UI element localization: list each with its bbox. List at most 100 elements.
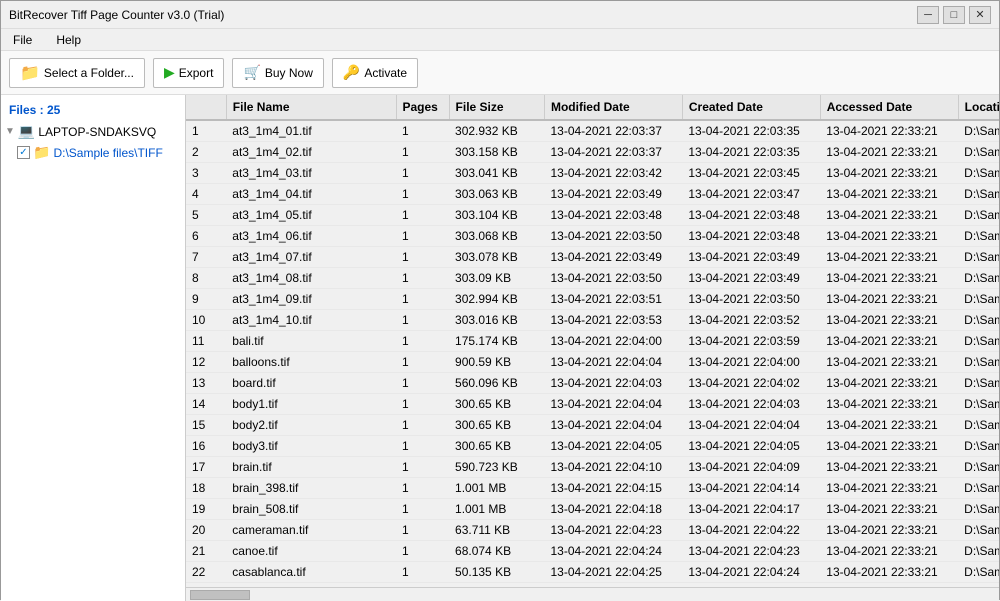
cell-3: 900.59 KB: [449, 352, 544, 373]
hscroll-thumb[interactable]: [190, 590, 250, 600]
files-table: File Name Pages File Size Modified Date …: [186, 95, 999, 587]
folder-label: D:\Sample files\TIFF: [53, 146, 162, 160]
table-row[interactable]: 17brain.tif1590.723 KB13-04-2021 22:04:1…: [186, 457, 999, 478]
select-folder-button[interactable]: 📁 Select a Folder...: [9, 58, 145, 88]
cell-6: 13-04-2021 22:33:21: [820, 457, 958, 478]
table-container[interactable]: File Name Pages File Size Modified Date …: [186, 95, 999, 587]
folder-checkbox[interactable]: ✓: [17, 146, 30, 159]
cell-7: D:\Sample files\: [958, 520, 999, 541]
export-button[interactable]: ▶ Export: [153, 58, 224, 88]
cell-1: canoe.tif: [226, 541, 396, 562]
menu-help[interactable]: Help: [48, 31, 89, 49]
cell-4: 13-04-2021 22:03:51: [544, 289, 682, 310]
table-row[interactable]: 4at3_1m4_04.tif1303.063 KB13-04-2021 22:…: [186, 184, 999, 205]
table-row[interactable]: 22casablanca.tif150.135 KB13-04-2021 22:…: [186, 562, 999, 583]
cell-2: 1: [396, 205, 449, 226]
cell-1: body2.tif: [226, 415, 396, 436]
cell-7: D:\Sample files\: [958, 478, 999, 499]
maximize-button[interactable]: □: [943, 6, 965, 24]
cell-7: D:\Sample files\: [958, 184, 999, 205]
col-header-pages: Pages: [396, 95, 449, 120]
laptop-label: LAPTOP-SNDAKSVQ: [38, 125, 156, 139]
table-row[interactable]: 10at3_1m4_10.tif1303.016 KB13-04-2021 22…: [186, 310, 999, 331]
cell-6: 13-04-2021 22:33:21: [820, 142, 958, 163]
table-row[interactable]: 11bali.tif1175.174 KB13-04-2021 22:04:00…: [186, 331, 999, 352]
table-row[interactable]: 21canoe.tif168.074 KB13-04-2021 22:04:24…: [186, 541, 999, 562]
cell-3: 303.041 KB: [449, 163, 544, 184]
cell-6: 13-04-2021 22:33:21: [820, 247, 958, 268]
cell-2: 1: [396, 373, 449, 394]
cell-4: 13-04-2021 22:03:53: [544, 310, 682, 331]
tree-laptop-node[interactable]: ▼ 💻 LAPTOP-SNDAKSVQ: [1, 121, 185, 142]
cell-3: 63.711 KB: [449, 520, 544, 541]
cell-7: D:\Sample files\: [958, 373, 999, 394]
table-row[interactable]: 8at3_1m4_08.tif1303.09 KB13-04-2021 22:0…: [186, 268, 999, 289]
cell-2: 1: [396, 289, 449, 310]
cell-2: 1: [396, 457, 449, 478]
cell-5: 13-04-2021 22:03:59: [682, 331, 820, 352]
cell-2: 1: [396, 478, 449, 499]
table-row[interactable]: 18brain_398.tif11.001 MB13-04-2021 22:04…: [186, 478, 999, 499]
horizontal-scrollbar[interactable]: [186, 587, 999, 601]
table-row[interactable]: 19brain_508.tif11.001 MB13-04-2021 22:04…: [186, 499, 999, 520]
cell-1: at3_1m4_03.tif: [226, 163, 396, 184]
cell-5: 13-04-2021 22:03:45: [682, 163, 820, 184]
cell-4: 13-04-2021 22:04:00: [544, 331, 682, 352]
cell-3: 175.174 KB: [449, 331, 544, 352]
cell-5: 13-04-2021 22:04:09: [682, 457, 820, 478]
cell-7: D:\Sample files\: [958, 289, 999, 310]
cell-6: 13-04-2021 22:33:21: [820, 268, 958, 289]
cell-0: 7: [186, 247, 226, 268]
select-folder-label: Select a Folder...: [44, 66, 134, 80]
cell-6: 13-04-2021 22:33:21: [820, 352, 958, 373]
cell-7: D:\Sample files\: [958, 331, 999, 352]
buy-now-button[interactable]: 🛒 Buy Now: [232, 58, 323, 88]
table-row[interactable]: 13board.tif1560.096 KB13-04-2021 22:04:0…: [186, 373, 999, 394]
table-row[interactable]: 6at3_1m4_06.tif1303.068 KB13-04-2021 22:…: [186, 226, 999, 247]
table-row[interactable]: 1at3_1m4_01.tif1302.932 KB13-04-2021 22:…: [186, 120, 999, 142]
cell-1: at3_1m4_08.tif: [226, 268, 396, 289]
cell-1: at3_1m4_02.tif: [226, 142, 396, 163]
minimize-button[interactable]: ─: [917, 6, 939, 24]
cell-2: 1: [396, 310, 449, 331]
cell-1: brain_508.tif: [226, 499, 396, 520]
table-row[interactable]: 3at3_1m4_03.tif1303.041 KB13-04-2021 22:…: [186, 163, 999, 184]
table-row[interactable]: 16body3.tif1300.65 KB13-04-2021 22:04:05…: [186, 436, 999, 457]
cell-6: 13-04-2021 22:33:21: [820, 478, 958, 499]
table-row[interactable]: 2at3_1m4_02.tif1303.158 KB13-04-2021 22:…: [186, 142, 999, 163]
cell-1: body1.tif: [226, 394, 396, 415]
table-row[interactable]: 20cameraman.tif163.711 KB13-04-2021 22:0…: [186, 520, 999, 541]
table-row[interactable]: 15body2.tif1300.65 KB13-04-2021 22:04:04…: [186, 415, 999, 436]
cell-5: 13-04-2021 22:04:02: [682, 373, 820, 394]
cell-7: D:\Sample files\: [958, 562, 999, 583]
menu-bar: File Help: [1, 29, 999, 51]
table-row[interactable]: 7at3_1m4_07.tif1303.078 KB13-04-2021 22:…: [186, 247, 999, 268]
cell-2: 1: [396, 499, 449, 520]
cell-4: 13-04-2021 22:04:04: [544, 352, 682, 373]
activate-button[interactable]: 🔑 Activate: [332, 58, 418, 88]
cell-3: 1.001 MB: [449, 499, 544, 520]
cell-3: 302.932 KB: [449, 120, 544, 142]
cell-7: D:\Sample files\: [958, 310, 999, 331]
cell-0: 16: [186, 436, 226, 457]
cell-1: at3_1m4_05.tif: [226, 205, 396, 226]
cell-3: 303.158 KB: [449, 142, 544, 163]
tree-folder-node[interactable]: ✓ 📁 D:\Sample files\TIFF: [1, 142, 185, 163]
table-row[interactable]: 9at3_1m4_09.tif1302.994 KB13-04-2021 22:…: [186, 289, 999, 310]
cell-3: 300.65 KB: [449, 394, 544, 415]
cell-6: 13-04-2021 22:33:21: [820, 499, 958, 520]
cell-3: 68.074 KB: [449, 541, 544, 562]
table-row[interactable]: 12balloons.tif1900.59 KB13-04-2021 22:04…: [186, 352, 999, 373]
cell-0: 20: [186, 520, 226, 541]
cell-7: D:\Sample files\: [958, 352, 999, 373]
cell-4: 13-04-2021 22:03:37: [544, 120, 682, 142]
col-header-filename: File Name: [226, 95, 396, 120]
cell-6: 13-04-2021 22:33:21: [820, 205, 958, 226]
close-button[interactable]: ✕: [969, 6, 991, 24]
cell-4: 13-04-2021 22:03:49: [544, 247, 682, 268]
cell-2: 1: [396, 541, 449, 562]
menu-file[interactable]: File: [5, 31, 40, 49]
table-row[interactable]: 5at3_1m4_05.tif1303.104 KB13-04-2021 22:…: [186, 205, 999, 226]
cell-6: 13-04-2021 22:33:21: [820, 120, 958, 142]
table-row[interactable]: 14body1.tif1300.65 KB13-04-2021 22:04:04…: [186, 394, 999, 415]
